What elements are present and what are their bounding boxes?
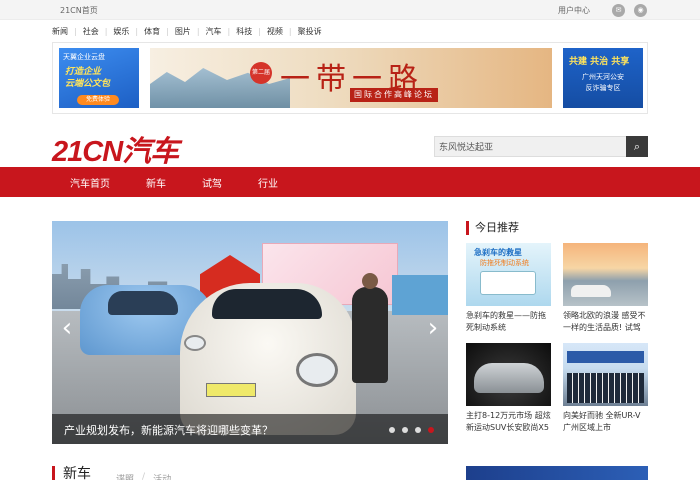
ad-brand: 天翼企业云盘 — [63, 53, 105, 61]
channel-news[interactable]: 新闻 — [52, 26, 68, 37]
nav-test-drive[interactable]: 试驾 — [202, 175, 222, 190]
channel-video[interactable]: 视频 — [267, 26, 283, 37]
search-input[interactable] — [435, 137, 626, 156]
weibo-icon[interactable]: ◉ — [634, 4, 647, 17]
channel-pictures[interactable]: 图片 — [175, 26, 191, 37]
channel-society[interactable]: 社会 — [83, 26, 99, 37]
ad-subtitle: 国际合作高峰论坛 — [350, 88, 438, 102]
headline-slider[interactable]: ‹ › 产业规划发布，新能源汽车将迎哪些变革？ — [52, 221, 448, 444]
anti-fraud-ad[interactable]: 共建 共治 共享 广州天河公安 反诈骗专区 — [563, 48, 643, 108]
cloud-disk-ad[interactable]: 天翼企业云盘 打造企业 云端公文包 免费体验 — [59, 48, 139, 108]
nav-new-cars[interactable]: 新车 — [146, 175, 166, 190]
section-tabs: 谍照 / 活动 — [116, 472, 171, 480]
slider-caption[interactable]: 产业规划发布，新能源汽车将迎哪些变革？ — [64, 422, 273, 438]
slider-dot[interactable] — [402, 427, 408, 433]
slider-dot[interactable] — [389, 427, 395, 433]
main-nav: 汽车首页 新车 试驾 行业 — [0, 167, 700, 197]
mail-icon[interactable]: ✉ — [612, 4, 625, 17]
ad-description: 广州天河公安 反诈骗专区 — [582, 73, 624, 92]
ad-badge: 第二届 — [250, 62, 272, 84]
home-link[interactable]: 21CN首页 — [60, 5, 98, 16]
ad-slogan: 共建 共治 共享 — [569, 57, 630, 67]
channel-entertainment[interactable]: 娱乐 — [113, 26, 129, 37]
card-thumbnail[interactable] — [563, 343, 648, 406]
channel-complaints[interactable]: 聚投诉 — [298, 26, 322, 37]
tab-events[interactable]: 活动 — [153, 472, 171, 480]
section-title: 新车 — [52, 466, 91, 480]
card-caption[interactable]: 主打8-12万元市场 超炫新运动SUV长安欧尚X5全 — [466, 410, 551, 434]
ad-banner-row: 天翼企业云盘 打造企业 云端公文包 免费体验 第二届 一带一路 国际合作高峰论坛… — [52, 42, 648, 114]
slider-dot-active[interactable] — [428, 427, 434, 433]
site-logo[interactable]: 21CN汽车 — [52, 128, 179, 170]
card-thumbnail[interactable] — [466, 343, 551, 406]
card-thumbnail[interactable]: 急刹车的救星 防拖死制动系统 — [466, 243, 551, 306]
tab-spy-photos[interactable]: 谍照 — [116, 472, 134, 480]
channel-auto[interactable]: 汽车 — [206, 26, 222, 37]
top-bar: 21CN首页 用户中心 ✉ ◉ — [0, 0, 700, 20]
search-icon: ⌕ — [633, 140, 641, 153]
card-thumbnail[interactable] — [563, 243, 648, 306]
nav-auto-home[interactable]: 汽车首页 — [70, 175, 110, 190]
belt-road-forum-ad[interactable]: 第二届 一带一路 国际合作高峰论坛 — [150, 48, 552, 108]
white-car — [180, 283, 356, 435]
person — [352, 273, 388, 383]
channel-nav: 新闻 | 社会 | 娱乐 | 体育 | 图片 | 汽车 | 科技 | 视频 | 聚投诉 — [52, 26, 322, 37]
card-caption[interactable]: 向美好而驰 全新UR-V广州区域上市 — [563, 410, 648, 434]
search-box: ⌕ — [434, 136, 648, 157]
user-center-link[interactable]: 用户中心 — [558, 5, 590, 16]
prev-arrow-icon[interactable]: ‹ — [56, 313, 78, 343]
today-recommend-title: 今日推荐 — [466, 221, 519, 235]
nav-industry[interactable]: 行业 — [258, 175, 278, 190]
card-caption[interactable]: 领略北欧的浪漫 感受不一样的生活品质! 试驾沃尔沃 — [563, 310, 648, 334]
channel-tech[interactable]: 科技 — [236, 26, 252, 37]
free-trial-button[interactable]: 免费体验 — [77, 95, 119, 105]
ad-headline: 打造企业 云端公文包 — [65, 67, 111, 89]
search-button[interactable]: ⌕ — [626, 136, 648, 157]
slider-dot[interactable] — [415, 427, 421, 433]
card-caption[interactable]: 急刹车的救星——防拖死制动系统 — [466, 310, 551, 334]
next-arrow-icon[interactable]: › — [422, 313, 444, 343]
channel-sports[interactable]: 体育 — [144, 26, 160, 37]
bottom-ad[interactable] — [466, 466, 648, 480]
